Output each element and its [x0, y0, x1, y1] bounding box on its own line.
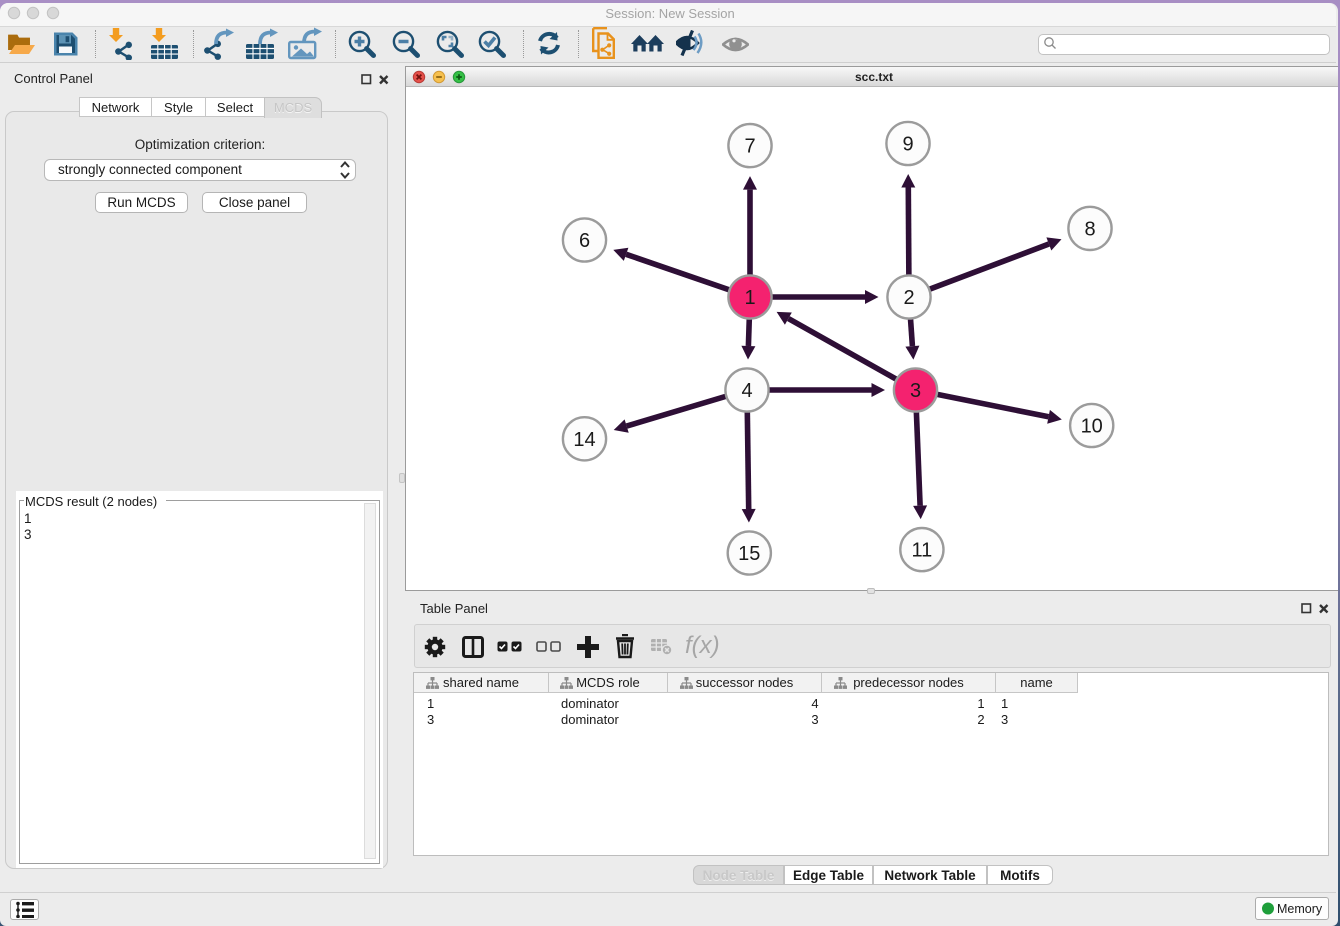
svg-text:6: 6 [579, 230, 590, 252]
svg-text:9: 9 [902, 134, 913, 156]
svg-text:2: 2 [903, 287, 914, 309]
svg-text:14: 14 [573, 429, 595, 451]
svg-text:4: 4 [741, 380, 752, 402]
svg-text:8: 8 [1084, 218, 1095, 240]
svg-text:3: 3 [910, 380, 921, 402]
svg-text:11: 11 [912, 540, 933, 562]
svg-text:1: 1 [744, 287, 755, 309]
svg-text:7: 7 [744, 136, 755, 158]
svg-text:15: 15 [738, 543, 760, 565]
svg-text:10: 10 [1081, 416, 1103, 438]
